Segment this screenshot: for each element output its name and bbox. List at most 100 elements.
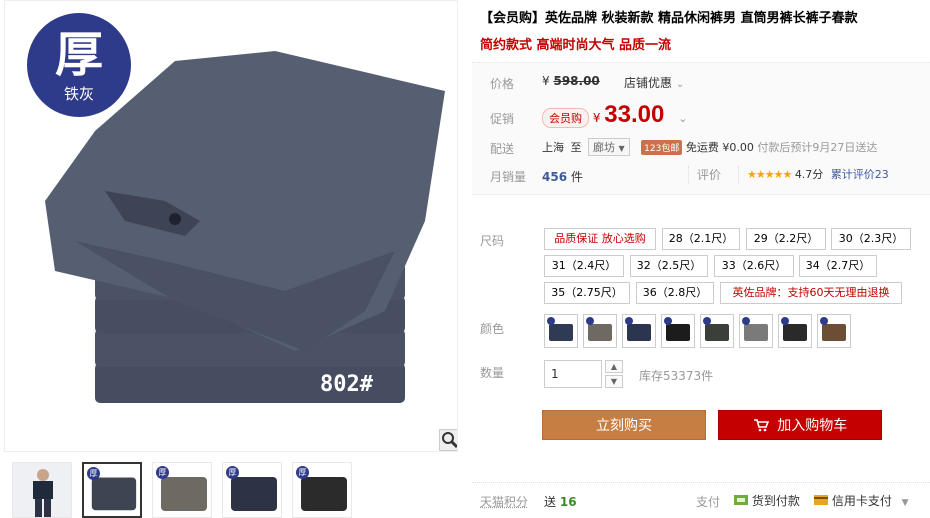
- badge-thick-text: 厚: [54, 27, 103, 83]
- size-option-2[interactable]: 29（2.2尺）: [746, 228, 826, 250]
- color-swatch-2[interactable]: [622, 314, 656, 348]
- color-swatch-5[interactable]: [739, 314, 773, 348]
- size-option-8[interactable]: 35（2.75尺）: [544, 282, 630, 304]
- ship-to-word: 至: [570, 141, 582, 154]
- size-option-4[interactable]: 31（2.4尺）: [544, 255, 624, 277]
- color-swatch-7[interactable]: [817, 314, 851, 348]
- swatch-badge: [703, 317, 711, 325]
- points-row: 送 16: [544, 493, 577, 510]
- thumbnail-2[interactable]: 厚: [82, 462, 142, 518]
- monthly-sales-count: 456: [542, 170, 568, 184]
- destination-select[interactable]: 廊坊 ▼: [588, 138, 630, 156]
- credit-card-label: 信用卡支付: [831, 494, 892, 508]
- chevron-down-icon: ⌄: [675, 79, 685, 90]
- product-subtitle: 简约款式 高端时尚大气 品质一流: [480, 38, 672, 53]
- quantity-increase-button[interactable]: ▲: [605, 360, 623, 373]
- points-value: 16: [559, 495, 577, 509]
- chevron-down-icon[interactable]: ⌄: [678, 112, 687, 125]
- delivery-estimate: 付款后预计9月27日送达: [757, 141, 878, 154]
- promo-price: 33.00: [604, 101, 665, 128]
- promo-price-row: 会员购 ¥ 33.00 ⌄: [542, 101, 687, 129]
- size-option-9[interactable]: 36（2.8尺）: [636, 282, 714, 304]
- size-option-6[interactable]: 33（2.6尺）: [714, 255, 794, 277]
- size-option-0[interactable]: 品质保证 放心选购: [544, 228, 656, 250]
- original-price-row: ¥ 598.00: [542, 74, 600, 88]
- swatch-badge: [742, 317, 750, 325]
- rating-score: 4.7分: [794, 168, 824, 181]
- monthly-sales-label: 月销量: [490, 170, 527, 184]
- size-option-1[interactable]: 28（2.1尺）: [662, 228, 740, 250]
- member-badge: 会员购: [542, 108, 589, 128]
- add-to-cart-button[interactable]: 加入购物车: [718, 410, 882, 440]
- thumb-badge: 厚: [226, 466, 239, 479]
- shipping-label: 配送: [490, 142, 515, 156]
- add-to-cart-label: 加入购物车: [777, 418, 848, 434]
- size-option-10[interactable]: 英佐品牌：支持60天无理由退换: [720, 282, 902, 304]
- main-product-image[interactable]: 802# 厚 铁灰: [4, 0, 458, 452]
- rating-row: 评价: [688, 166, 721, 184]
- thumbnail-1[interactable]: [12, 462, 72, 518]
- currency-symbol: ¥: [592, 111, 601, 125]
- shop-discount-dropdown[interactable]: 店铺优惠 ⌄: [624, 74, 684, 91]
- credit-card-icon: [814, 495, 828, 505]
- monthly-sales-unit: 件: [570, 170, 583, 184]
- size-option-3[interactable]: 30（2.3尺）: [831, 228, 911, 250]
- magnifier-icon: [442, 432, 457, 449]
- shop-discount-label: 店铺优惠: [624, 76, 673, 90]
- quantity-label: 数量: [480, 366, 505, 380]
- points-prefix: 送: [544, 495, 557, 509]
- swatch-badge: [664, 317, 672, 325]
- color-swatch-1[interactable]: [583, 314, 617, 348]
- cod-option[interactable]: 货到付款: [734, 492, 800, 509]
- size-option-5[interactable]: 32（2.5尺）: [630, 255, 708, 277]
- model-number: 802#: [320, 372, 374, 397]
- thickness-badge: 厚 铁灰: [27, 13, 131, 117]
- size-option-7[interactable]: 34（2.7尺）: [799, 255, 877, 277]
- product-title: 【会员购】英佐品牌 秋装新款 精品休闲裤男 直筒男裤长裤子春款: [480, 11, 858, 26]
- color-swatch-3[interactable]: [661, 314, 695, 348]
- thumb-badge: 厚: [156, 466, 169, 479]
- model-photo-thumb: [13, 463, 71, 517]
- thumbnail-5[interactable]: 厚: [292, 462, 352, 518]
- thumbnail-3[interactable]: 厚: [152, 462, 212, 518]
- product-info-panel: 【会员购】英佐品牌 秋装新款 精品休闲裤男 直筒男裤长裤子春款 简约款式 高端时…: [462, 0, 930, 518]
- free-shipping-text: 免运费: [685, 141, 719, 154]
- original-price: 598.00: [553, 74, 600, 88]
- size-label: 尺码: [480, 234, 505, 248]
- caret-down-icon: ▼: [618, 144, 625, 153]
- tmall-points-label[interactable]: 天猫积分: [480, 493, 528, 510]
- swatch-badge: [781, 317, 789, 325]
- color-swatch-4[interactable]: [700, 314, 734, 348]
- badge-color-text: 铁灰: [63, 85, 94, 103]
- quantity-input[interactable]: 1: [544, 360, 602, 388]
- zoom-button[interactable]: [439, 429, 457, 451]
- buy-now-button[interactable]: 立刻购买: [542, 410, 706, 440]
- quantity-decrease-button[interactable]: ▼: [605, 375, 623, 388]
- ship-from: 上海: [542, 141, 564, 154]
- review-count-link[interactable]: 累计评价23: [831, 168, 889, 181]
- destination-value: 廊坊: [593, 141, 615, 154]
- product-gallery: 802# 厚 铁灰 厚 厚 厚 厚: [0, 0, 462, 518]
- swatch-badge: [547, 317, 555, 325]
- price-panel: 价格 ¥ 598.00 店铺优惠 ⌄ 促销 会员购 ¥ 33.00 ⌄ 配送 上…: [472, 62, 930, 195]
- monthly-sales-row: 456 件: [542, 168, 583, 185]
- promo-label: 促销: [490, 112, 515, 126]
- rating-score-row[interactable]: ★★★★★ 4.7分 累计评价23: [738, 166, 889, 184]
- thumb-badge: 厚: [296, 466, 309, 479]
- stock-text: 库存53373件: [639, 369, 714, 383]
- credit-card-option[interactable]: 信用卡支付 ▼: [814, 492, 909, 509]
- swatch-badge: [820, 317, 828, 325]
- swatch-badge: [625, 317, 633, 325]
- color-swatch-0[interactable]: [544, 314, 578, 348]
- swatch-badge: [586, 317, 594, 325]
- points-payment-bar: 天猫积分 送 16 支付 货到付款 信用卡支付 ▼: [472, 482, 930, 518]
- thumb-badge: 厚: [87, 467, 100, 480]
- cart-icon: [753, 419, 769, 432]
- caret-down-icon: ▼: [901, 498, 909, 508]
- currency-symbol: ¥: [542, 74, 550, 88]
- payment-label: 支付: [696, 495, 721, 509]
- rating-label: 评价: [697, 168, 722, 182]
- thumbnail-4[interactable]: 厚: [222, 462, 282, 518]
- cash-on-delivery-icon: [734, 495, 748, 505]
- color-swatch-6[interactable]: [778, 314, 812, 348]
